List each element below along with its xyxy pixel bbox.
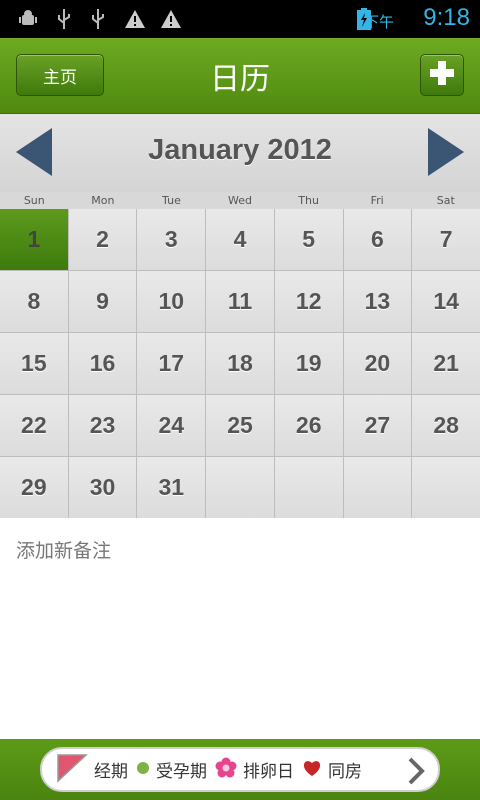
calendar-day[interactable]: 6 (343, 209, 412, 270)
calendar-day[interactable]: 28 (412, 395, 480, 456)
legend-bar[interactable]: 经期 受孕期 排卵日 同房 (40, 747, 440, 792)
add-button[interactable] (420, 54, 464, 96)
calendar-day[interactable] (206, 457, 274, 518)
weekday-label: Sat (436, 194, 455, 207)
calendar-day[interactable]: 20 (343, 333, 412, 394)
legend-item-fertile: 受孕期 (136, 757, 207, 782)
calendar-day[interactable]: 13 (343, 271, 412, 332)
weekday-label: Tue (162, 194, 181, 207)
flower-icon (215, 757, 237, 783)
usb-icon (54, 8, 74, 30)
weekday-label: Fri (370, 194, 384, 207)
android-debug-icon (18, 8, 38, 30)
calendar-day[interactable]: 9 (68, 271, 137, 332)
calendar-day[interactable]: 29 (0, 457, 68, 518)
page-title: 日历 (210, 62, 270, 97)
add-note-link[interactable]: 添加新备注 (16, 536, 111, 563)
calendar-day[interactable]: 26 (274, 395, 343, 456)
warning-icon (160, 8, 182, 30)
chevron-right-icon[interactable] (406, 757, 426, 789)
status-bar: 下午 9:18 (0, 0, 480, 38)
calendar-day[interactable] (412, 457, 480, 518)
status-ampm: 下午 (363, 13, 394, 31)
calendar-day[interactable]: 18 (206, 333, 274, 394)
calendar-day[interactable]: 2 (68, 209, 137, 270)
calendar-day[interactable]: 22 (0, 395, 68, 456)
weekday-label: Sun (23, 194, 45, 207)
legend-item-period: 经期 (56, 753, 128, 787)
arrow-right-icon (426, 128, 466, 182)
calendar-day[interactable]: 5 (274, 209, 343, 270)
calendar-day[interactable]: 27 (343, 395, 412, 456)
legend-item-ovulation: 排卵日 (215, 757, 294, 783)
calendar-day[interactable] (274, 457, 343, 518)
calendar-day[interactable]: 12 (274, 271, 343, 332)
calendar-day[interactable]: 17 (137, 333, 206, 394)
period-flag-icon (56, 753, 88, 787)
weekday-header: Sun Mon Tue Wed Thu Fri Sat (0, 192, 480, 209)
calendar-day[interactable]: 15 (0, 333, 68, 394)
calendar-day[interactable]: 16 (68, 333, 137, 394)
legend-label: 经期 (94, 762, 128, 782)
legend-label: 排卵日 (243, 762, 294, 782)
calendar-day[interactable]: 11 (206, 271, 274, 332)
calendar-day[interactable]: 24 (137, 395, 206, 456)
next-month-button[interactable] (426, 126, 466, 178)
calendar-day[interactable]: 4 (206, 209, 274, 270)
weekday-label: Thu (298, 194, 319, 207)
plus-icon (429, 60, 455, 90)
calendar-day[interactable]: 25 (206, 395, 274, 456)
calendar-day[interactable]: 30 (68, 457, 137, 518)
legend-label: 受孕期 (156, 762, 207, 782)
calendar-day[interactable]: 8 (0, 271, 68, 332)
calendar-day[interactable]: 10 (137, 271, 206, 332)
legend-label: 同房 (328, 762, 362, 782)
calendar-day[interactable]: 19 (274, 333, 343, 394)
calendar-grid: 1 2 3 4 5 6 7 8 9 10 11 12 13 14 15 16 17 18 19 20 21 22 23 24 2… (0, 209, 480, 518)
heart-icon (302, 759, 322, 781)
calendar-day[interactable] (343, 457, 412, 518)
footer: 经期 受孕期 排卵日 同房 (0, 739, 480, 800)
month-label: January 2012 (148, 134, 332, 166)
warning-icon (124, 8, 146, 30)
calendar-day[interactable]: 31 (137, 457, 206, 518)
header: 主页 日历 (0, 38, 480, 114)
weekday-label: Wed (228, 194, 253, 207)
status-time: 9:18 (423, 4, 470, 31)
weekday-label: Mon (91, 194, 115, 207)
calendar-day-today[interactable]: 1 (0, 209, 68, 270)
calendar-day[interactable]: 7 (412, 209, 480, 270)
calendar-day[interactable]: 21 (412, 333, 480, 394)
month-navigation: January 2012 (0, 114, 480, 192)
green-dot-icon (136, 760, 150, 779)
legend-item-intercourse: 同房 (302, 757, 362, 782)
calendar-day[interactable]: 3 (137, 209, 206, 270)
calendar-day[interactable]: 14 (412, 271, 480, 332)
usb-icon (88, 8, 108, 30)
calendar-day[interactable]: 23 (68, 395, 137, 456)
